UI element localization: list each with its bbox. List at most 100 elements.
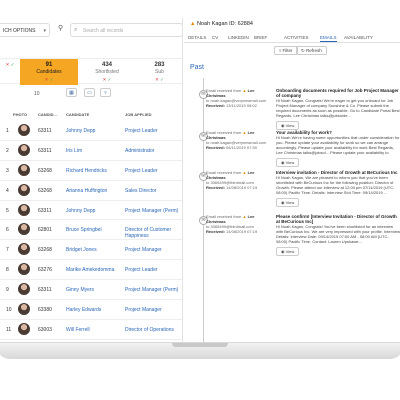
person-icon: ▲ [242,130,247,135]
stage-count: 434 [101,62,112,68]
email-preview: Hi Noah Kagan, Congrats! We're eager to … [276,98,400,118]
view-button[interactable]: ◉ View [276,198,300,207]
candidate-name-link[interactable]: Bruce Springbel [66,227,102,233]
search-input[interactable]: ⌕ Search all records [70,23,182,37]
tab-details[interactable]: Details [188,35,206,40]
refresh-button[interactable]: ↻ Refresh [296,46,327,55]
table-row[interactable]: 11 63003 Will Ferrell Director of Operation… [0,320,182,340]
avatar [18,183,30,196]
tab-cv[interactable]: CV [212,35,218,40]
table-row[interactable]: 10 63380 Harley Edwards Project Manager [0,300,182,320]
row-number: 1 [6,128,9,134]
avatar [18,223,30,236]
avatar [18,203,30,216]
candidate-id: 63268 [38,187,52,194]
tab-brief[interactable]: Brief [254,35,267,40]
job-link[interactable]: Project Leader [125,267,158,273]
filter-icon[interactable]: ⚲ [58,24,68,34]
pipeline-stage[interactable]: ✕ ✓ [0,59,20,85]
search-icon: ⌕ [74,27,78,33]
filter-button[interactable]: ▿ Filter [274,46,298,55]
candidate-name-link[interactable]: Ginny Myers [66,287,94,293]
col-candidate[interactable]: Candidate [66,112,89,117]
candidate-id: 63268 [38,167,52,174]
search-placeholder: Search all records [83,28,124,34]
avatar [18,124,30,136]
candidate-name-link[interactable]: Arianna Huffington [66,188,107,194]
tab-availability[interactable]: Availability [344,35,373,40]
job-link[interactable]: Director of Operations [125,327,174,333]
candidate-id: 62801 [38,227,52,234]
candidate-name-link[interactable]: Richard Hendricks [66,168,107,174]
view-button[interactable]: ◉ View [276,158,300,167]
view-label: View [285,200,295,205]
timeline-line [203,78,204,342]
pipeline-stage[interactable]: 434 Shortlisted ✕ ✓ [78,59,136,85]
pipeline-stage[interactable]: 91 Candidates ✕ ✓ [20,59,78,85]
options-label: ICH OPTIONS [3,28,36,34]
job-link[interactable]: Project Manager [125,247,162,253]
email-preview: Hi Noah Kagan, We are pleased to inform … [276,175,395,195]
job-link[interactable]: Sales Director [125,188,156,194]
table-row[interactable]: 9 63311 Ginny Myers Project Manager (Perm) [0,280,182,301]
grid-icon[interactable]: ▦ [66,88,77,97]
candidate-name-link[interactable]: Johnny Depp [66,208,95,214]
candidate-name-link[interactable]: Iris Lim [66,148,82,154]
candidate-name-link[interactable]: Will Ferrell [66,327,90,333]
person-icon: ▲ [242,88,247,93]
job-link[interactable]: Director of Customer Happiness [125,227,182,239]
section-title: Past [190,64,205,71]
stage-marks: ✕ ✓ [44,77,54,82]
received-label: Received: [206,145,225,150]
card-icon[interactable]: ▭ [84,88,95,97]
stage-count: 283 [154,62,165,68]
table-row[interactable]: 3 63268 Richard Hendricks Project Leader [0,161,182,181]
candidate-id: 63268 [38,247,52,254]
col-photo[interactable]: Photo [13,112,27,117]
table-row[interactable]: 8 63276 Marike Amekedomma Project Leader [0,260,182,281]
view-button[interactable]: ◉ View [276,121,300,130]
avatar [18,283,30,296]
received-label: Received: [206,229,225,234]
candidate-name-link[interactable]: Bridget Jones [66,247,97,253]
view-button[interactable]: ◉ View [276,247,300,256]
job-link[interactable]: Administrator [125,148,154,154]
table-row[interactable]: 7 63268 Bridget Jones Project Manager [0,240,182,261]
job-link[interactable]: Project Leader [125,128,158,134]
col-candidate-id[interactable]: Candid... [38,112,57,117]
candidate-id: 63276 [38,267,52,274]
candidate-name-link[interactable]: Marike Amekedomma [66,267,114,273]
tab-emails[interactable]: Emails [320,35,337,42]
filter-icon[interactable]: ▿ [100,88,111,97]
job-link[interactable]: Project Leader [125,168,158,174]
stage-marks: ✕ ✓ [5,62,15,67]
candidate-name-link[interactable]: Johnny Depp [66,128,95,134]
candidate-name-link[interactable]: Harley Edwards [66,307,101,313]
email-preview: Hi Noah Kagan, Congrats! You've been sho… [276,224,400,244]
received-date: 14/08/2019 07:19 [226,229,258,234]
received-date: 14/08/2019 07:19 [226,185,258,190]
page-size[interactable]: 10 [34,91,40,97]
row-number: 3 [6,167,9,174]
email-meta: Email received from ▲ Lee Christmas to 33… [206,214,272,234]
table-row[interactable]: 2 63311 Iris Lim Administrator [0,141,182,161]
job-link[interactable]: Project Manager [125,307,162,313]
options-select[interactable]: ICH OPTIONS ▾ [0,23,50,37]
col-job-applied[interactable]: Job Applied [125,112,152,117]
row-number: 11 [6,326,12,333]
table-header: Photo Candid... Candidate Job Applied [0,110,182,120]
table-row[interactable]: 4 63268 Arianna Huffington Sales Director [0,181,182,201]
table-row[interactable]: 6 62801 Bruce Springbel Director of Custome… [0,220,182,241]
job-link[interactable]: Project Manager (Perm) [125,208,178,214]
candidate-id: 63311 [38,147,52,154]
tab-linkedin[interactable]: LinkedIn [228,35,249,40]
table-row[interactable]: 1 63311 Johnny Depp Project Leader [0,121,182,141]
pipeline-stage[interactable]: 283 Sub ✕ ✓ [136,59,182,85]
candidate-title: ▲ Noah Kagan ID: 62884 [190,21,253,27]
candidate-id: 63003 [38,326,52,333]
table-row[interactable]: 5 63311 Johnny Depp Project Manager (Perm) [0,201,182,221]
job-link[interactable]: Project Manager (Perm) [125,287,178,293]
email-meta: Email received from ▲ Lee Christmas to 33… [206,170,272,190]
email-body: Onboarding documents required for Job Pr… [276,88,400,130]
tab-activities[interactable]: Activities [284,35,309,40]
